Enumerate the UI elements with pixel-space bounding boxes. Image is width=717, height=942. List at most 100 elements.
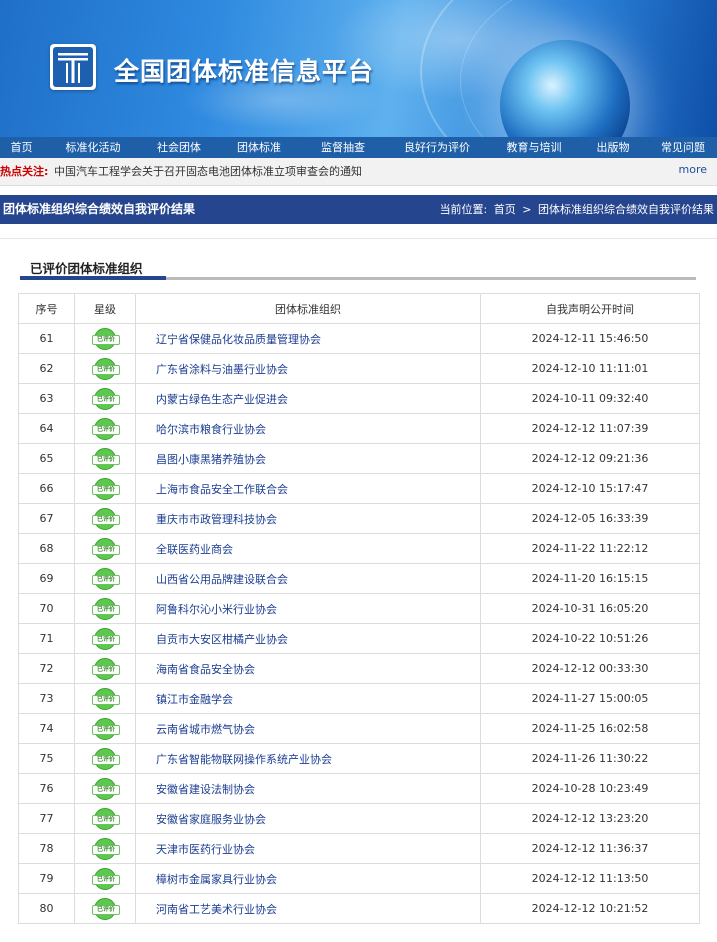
badge-text: 已评价	[96, 515, 115, 523]
table-row: 63 已评价 内蒙古绿色生态产业促进会 2024-10-11 09:32:40	[18, 383, 700, 414]
table-row: 64 已评价 哈尔滨市粮食行业协会 2024-12-12 11:07:39	[18, 413, 700, 444]
org-link[interactable]: 广东省涂料与油墨行业协会	[135, 353, 481, 384]
badge-text: 已评价	[96, 605, 115, 613]
publish-time: 2024-12-10 11:11:01	[480, 353, 700, 384]
star-cell: 已评价	[74, 533, 136, 564]
hot-news-link[interactable]: 中国汽车工程学会关于召开固态电池团体标准立项审查会的通知	[54, 158, 362, 185]
nav-item[interactable]: 社会团体	[143, 137, 215, 158]
row-number: 76	[18, 773, 75, 804]
evaluated-badge-icon: 已评价	[92, 777, 120, 800]
row-number: 77	[18, 803, 75, 834]
evaluated-badge-icon: 已评价	[92, 567, 120, 590]
org-link[interactable]: 辽宁省保健品化妆品质量管理协会	[135, 323, 481, 354]
evaluated-badge-icon: 已评价	[92, 507, 120, 530]
org-link[interactable]: 云南省城市燃气协会	[135, 713, 481, 744]
org-link[interactable]: 全联医药业商会	[135, 533, 481, 564]
section-header: 团体标准组织综合绩效自我评价结果 当前位置: 首页 > 团体标准组织综合绩效自我…	[0, 195, 717, 224]
header-no: 序号	[18, 293, 75, 324]
star-cell: 已评价	[74, 863, 136, 894]
org-link[interactable]: 山西省公用品牌建设联合会	[135, 563, 481, 594]
row-number: 71	[18, 623, 75, 654]
row-number: 69	[18, 563, 75, 594]
org-link[interactable]: 镇江市金融学会	[135, 683, 481, 714]
evaluated-badge-icon: 已评价	[92, 327, 120, 350]
star-cell: 已评价	[74, 473, 136, 504]
badge-text: 已评价	[96, 365, 115, 373]
org-link[interactable]: 上海市食品安全工作联合会	[135, 473, 481, 504]
org-link[interactable]: 河南省工艺美术行业协会	[135, 893, 481, 924]
publish-time: 2024-12-05 16:33:39	[480, 503, 700, 534]
table-row: 61 已评价 辽宁省保健品化妆品质量管理协会 2024-12-11 15:46:50	[18, 323, 700, 354]
row-number: 70	[18, 593, 75, 624]
hot-news-bar: 热点关注: 中国汽车工程学会关于召开固态电池团体标准立项审查会的通知 more	[0, 158, 717, 186]
publish-time: 2024-11-26 11:30:22	[480, 743, 700, 774]
table-row: 75 已评价 广东省智能物联网操作系统产业协会 2024-11-26 11:30:22	[18, 743, 700, 774]
table-row: 68 已评价 全联医药业商会 2024-11-22 11:22:12	[18, 533, 700, 564]
star-cell: 已评价	[74, 803, 136, 834]
table-row: 62 已评价 广东省涂料与油墨行业协会 2024-12-10 11:11:01	[18, 353, 700, 384]
evaluated-badge-icon: 已评价	[92, 387, 120, 410]
nav-item[interactable]: 教育与培训	[491, 137, 577, 158]
publish-time: 2024-12-12 11:07:39	[480, 413, 700, 444]
nav-item[interactable]: 常见问题	[649, 137, 717, 158]
row-number: 67	[18, 503, 75, 534]
badge-text: 已评价	[96, 545, 115, 553]
badge-text: 已评价	[96, 755, 115, 763]
star-cell: 已评价	[74, 683, 136, 714]
org-link[interactable]: 天津市医药行业协会	[135, 833, 481, 864]
evaluated-badge-icon: 已评价	[92, 717, 120, 740]
publish-time: 2024-11-22 11:22:12	[480, 533, 700, 564]
publish-time: 2024-10-28 10:23:49	[480, 773, 700, 804]
nav-item[interactable]: 团体标准	[215, 137, 303, 158]
breadcrumb-home[interactable]: 首页	[494, 203, 516, 216]
org-link[interactable]: 重庆市市政管理科技协会	[135, 503, 481, 534]
table-row: 73 已评价 镇江市金融学会 2024-11-27 15:00:05	[18, 683, 700, 714]
nav-item[interactable]: 良好行为评价	[383, 137, 491, 158]
table-row: 70 已评价 阿鲁科尔沁小米行业协会 2024-10-31 16:05:20	[18, 593, 700, 624]
org-link[interactable]: 海南省食品安全协会	[135, 653, 481, 684]
star-cell: 已评价	[74, 383, 136, 414]
nav-item[interactable]: 首页	[0, 137, 43, 158]
org-link[interactable]: 哈尔滨市粮食行业协会	[135, 413, 481, 444]
nav-item[interactable]: 监督抽查	[303, 137, 383, 158]
badge-text: 已评价	[96, 485, 115, 493]
evaluated-badge-icon: 已评价	[92, 867, 120, 890]
org-link[interactable]: 阿鲁科尔沁小米行业协会	[135, 593, 481, 624]
badge-text: 已评价	[96, 455, 115, 463]
org-link[interactable]: 内蒙古绿色生态产业促进会	[135, 383, 481, 414]
badge-text: 已评价	[96, 665, 115, 673]
breadcrumb-separator: >	[522, 203, 532, 216]
star-cell: 已评价	[74, 353, 136, 384]
table-row: 79 已评价 樟树市金属家具行业协会 2024-12-12 11:13:50	[18, 863, 700, 894]
org-link[interactable]: 安徽省家庭服务业协会	[135, 803, 481, 834]
row-number: 80	[18, 893, 75, 924]
org-link[interactable]: 樟树市金属家具行业协会	[135, 863, 481, 894]
header-banner: 全国团体标准信息平台	[0, 0, 717, 137]
more-link[interactable]: more	[679, 156, 708, 183]
row-number: 78	[18, 833, 75, 864]
results-table: 序号 星级 团体标准组织 自我声明公开时间 61 已评价 辽宁省保健品化妆品质量管理…	[18, 293, 700, 924]
evaluated-badge-icon: 已评价	[92, 537, 120, 560]
table-row: 77 已评价 安徽省家庭服务业协会 2024-12-12 13:23:20	[18, 803, 700, 834]
star-cell: 已评价	[74, 743, 136, 774]
org-link[interactable]: 自贡市大安区柑橘产业协会	[135, 623, 481, 654]
publish-time: 2024-12-12 11:36:37	[480, 833, 700, 864]
org-link[interactable]: 昌图小康黑猪养殖协会	[135, 443, 481, 474]
site-logo[interactable]	[50, 44, 96, 90]
sub-title: 已评价团体标准组织	[30, 261, 143, 276]
divider	[0, 238, 717, 239]
breadcrumb-current[interactable]: 团体标准组织综合绩效自我评价结果	[538, 203, 714, 216]
publish-time: 2024-12-11 15:46:50	[480, 323, 700, 354]
evaluated-badge-icon: 已评价	[92, 657, 120, 680]
publish-time: 2024-10-11 09:32:40	[480, 383, 700, 414]
nav-item[interactable]: 标准化活动	[43, 137, 143, 158]
row-number: 74	[18, 713, 75, 744]
nav-item[interactable]: 出版物	[577, 137, 649, 158]
evaluated-badge-icon: 已评价	[92, 747, 120, 770]
org-link[interactable]: 安徽省建设法制协会	[135, 773, 481, 804]
badge-text: 已评价	[96, 695, 115, 703]
evaluated-badge-icon: 已评价	[92, 807, 120, 830]
org-link[interactable]: 广东省智能物联网操作系统产业协会	[135, 743, 481, 774]
row-number: 73	[18, 683, 75, 714]
table-row: 80 已评价 河南省工艺美术行业协会 2024-12-12 10:21:52	[18, 893, 700, 924]
